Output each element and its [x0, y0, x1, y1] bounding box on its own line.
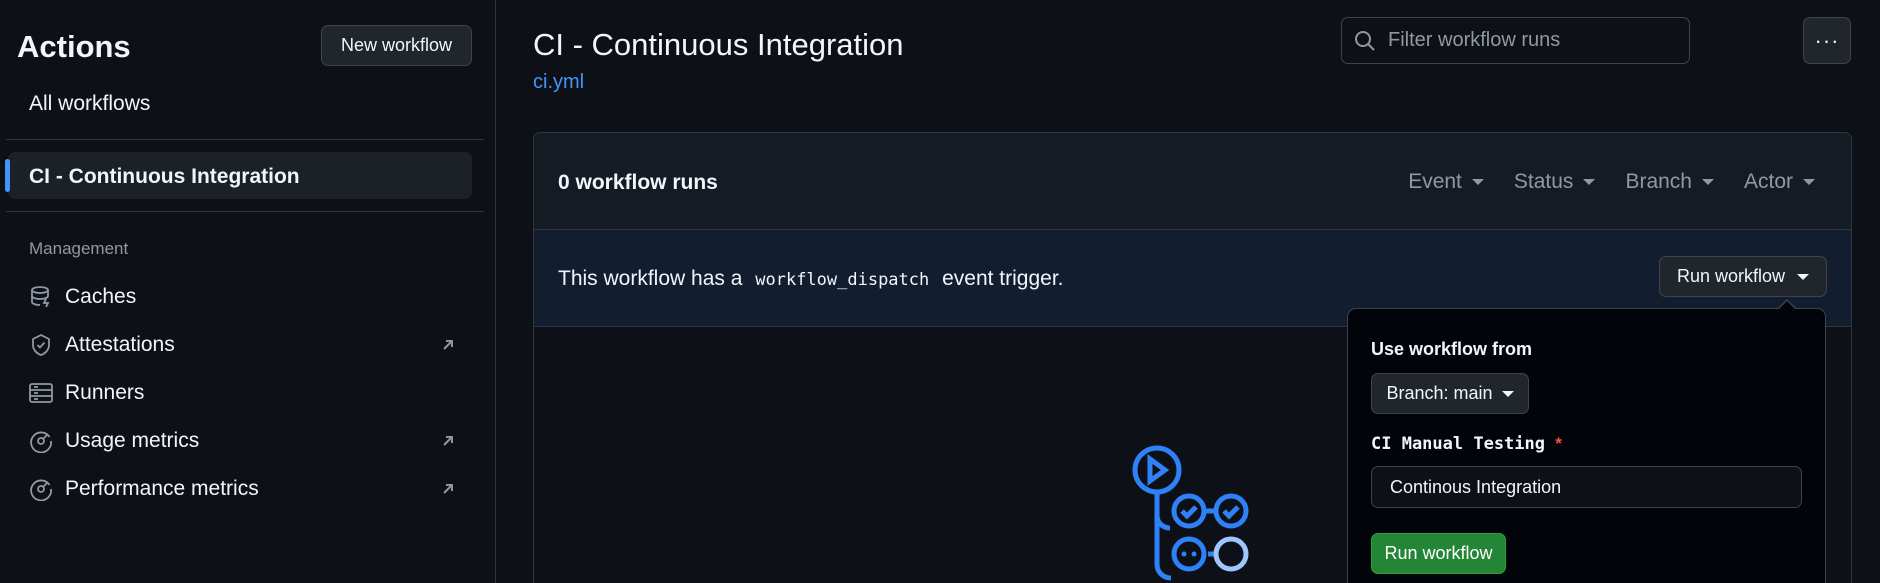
chevron-down-icon — [1797, 273, 1810, 280]
filter-runs-search[interactable] — [1341, 17, 1690, 64]
server-icon — [26, 378, 56, 408]
sidebar-item-label: Performance metrics — [65, 477, 259, 500]
filter-branch[interactable]: Branch — [1625, 170, 1714, 194]
run-workflow-submit-button[interactable]: Run workflow — [1371, 533, 1506, 574]
sidebar-divider — [6, 139, 484, 140]
meter-icon — [26, 474, 56, 504]
sidebar-item-all-workflows[interactable]: All workflows — [29, 92, 150, 116]
branch-select-button[interactable]: Branch: main — [1371, 373, 1529, 414]
workflow-run-count: 0 workflow runs — [558, 171, 718, 194]
search-icon — [1342, 30, 1388, 52]
new-workflow-button[interactable]: New workflow — [321, 25, 472, 66]
dispatch-code: workflow_dispatch — [755, 270, 930, 290]
filter-label: Branch — [1625, 170, 1692, 193]
verified-shield-icon — [26, 330, 56, 360]
chevron-down-icon — [1501, 390, 1514, 397]
sidebar-item-usage-metrics[interactable]: Usage metrics — [26, 421, 466, 461]
external-link-icon — [438, 335, 458, 355]
database-icon — [26, 282, 56, 312]
filter-status[interactable]: Status — [1514, 170, 1596, 194]
runs-header: 0 workflow runs Event Status Branch Acto… — [534, 133, 1851, 230]
sidebar-item-label: Attestations — [65, 333, 175, 356]
input-label-text: CI Manual Testing — [1371, 434, 1545, 454]
chevron-down-icon — [1701, 179, 1714, 185]
dispatch-text: This workflow has a — [558, 267, 743, 290]
use-workflow-from-label: Use workflow from — [1371, 339, 1533, 359]
sidebar-item-label: CI - Continuous Integration — [29, 165, 300, 188]
sidebar-item-performance-metrics[interactable]: Performance metrics — [26, 469, 466, 509]
sidebar-item-attestations[interactable]: Attestations — [26, 325, 466, 365]
workflow-illustration — [1128, 443, 1258, 583]
workflow-graph-icon — [1132, 445, 1249, 581]
run-filters: Event Status Branch Actor — [1408, 170, 1815, 194]
filter-event[interactable]: Event — [1408, 170, 1484, 194]
more-options-button[interactable]: ··· — [1803, 17, 1851, 64]
sidebar-item-ci-workflow[interactable]: CI - Continuous Integration — [5, 152, 472, 199]
chevron-down-icon — [1803, 179, 1815, 185]
ci-manual-testing-input[interactable] — [1371, 466, 1802, 508]
required-marker: * — [1555, 434, 1562, 453]
search-input[interactable] — [1388, 29, 1678, 52]
sidebar-divider — [6, 211, 484, 212]
popover-arrow-inner — [1778, 301, 1796, 310]
workflow-file-link[interactable]: ci.yml — [533, 71, 584, 94]
sidebar-item-label: Caches — [65, 285, 137, 308]
dispatch-text: event trigger. — [942, 267, 1064, 290]
external-link-icon — [438, 479, 458, 499]
sidebar-item-runners[interactable]: Runners — [26, 373, 466, 413]
filter-label: Actor — [1743, 170, 1793, 193]
dispatch-message: This workflow has a workflow_dispatch ev… — [558, 267, 1064, 291]
run-workflow-dropdown-button[interactable]: Run workflow — [1659, 256, 1827, 297]
filter-label: Status — [1513, 170, 1574, 193]
filter-actor[interactable]: Actor — [1744, 170, 1815, 194]
sidebar-item-label: Usage metrics — [65, 429, 200, 452]
filter-label: Event — [1408, 170, 1462, 193]
input-label: CI Manual Testing * — [1371, 434, 1562, 454]
chevron-down-icon — [1471, 179, 1484, 185]
external-link-icon — [438, 431, 458, 451]
run-workflow-popover: Use workflow from Branch: main CI Manual… — [1347, 308, 1826, 583]
sidebar-item-label: Runners — [65, 381, 145, 404]
sidebar: Actions New workflow All workflows CI - … — [0, 0, 496, 583]
sidebar-title: Actions — [17, 29, 131, 64]
active-indicator — [5, 159, 10, 192]
chevron-down-icon — [1583, 179, 1596, 185]
sidebar-section-heading: Management — [29, 239, 129, 258]
meter-icon — [26, 426, 56, 456]
button-label: Branch: main — [1386, 383, 1493, 403]
page-title: CI - Continuous Integration — [533, 27, 904, 62]
sidebar-item-caches[interactable]: Caches — [26, 277, 466, 317]
button-label: Run workflow — [1676, 266, 1786, 286]
